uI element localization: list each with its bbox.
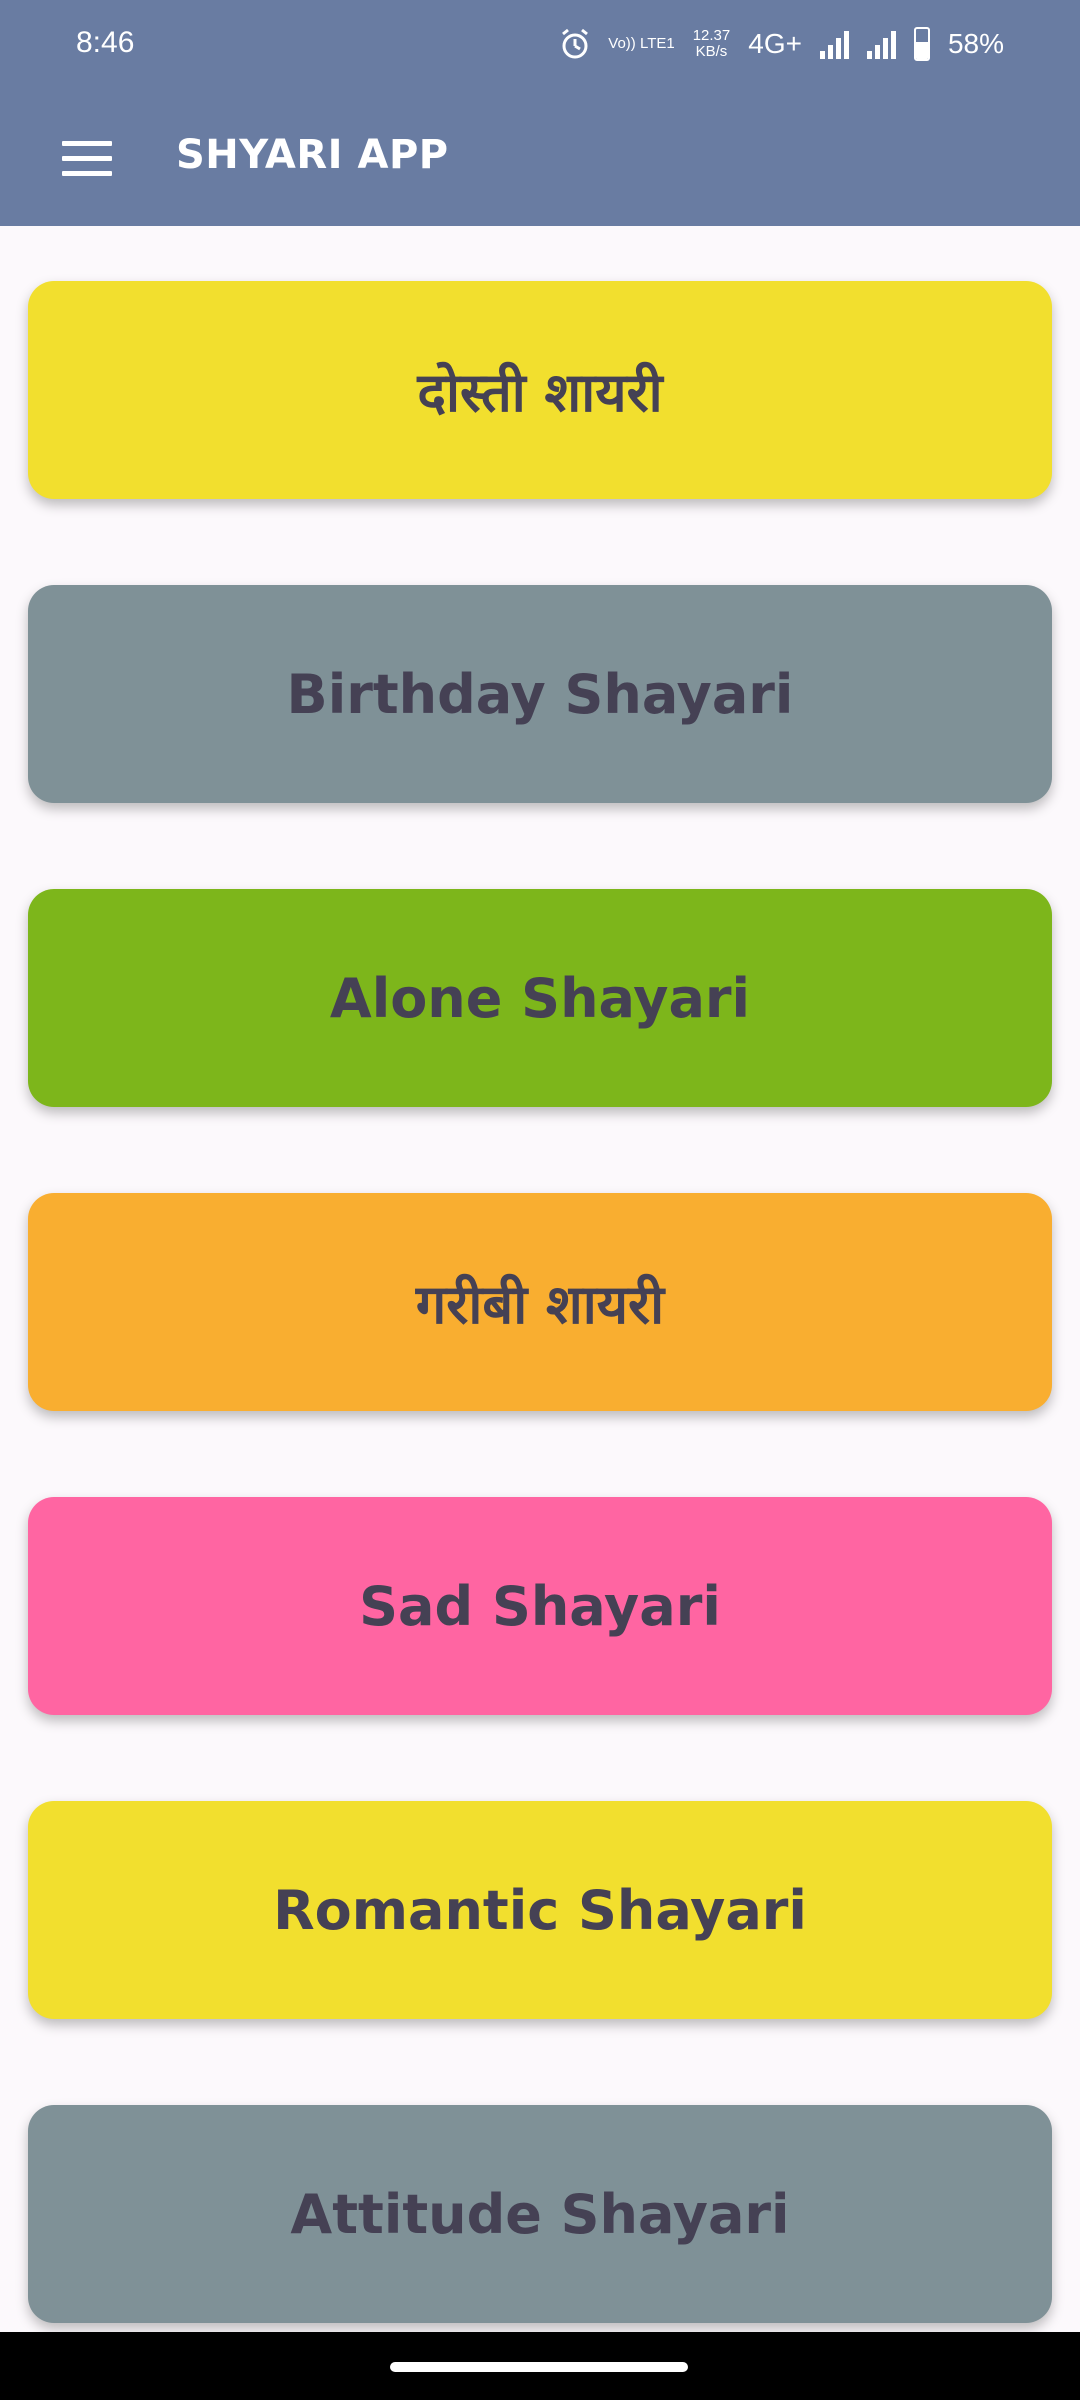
network-type: 4G+ <box>748 28 802 59</box>
category-card[interactable]: दोस्ती शायरी <box>28 281 1052 499</box>
category-label: Attitude Shayari <box>290 2182 790 2246</box>
app-bar: SHYARI APP <box>0 90 1080 226</box>
category-card[interactable]: Sad Shayari <box>28 1497 1052 1715</box>
navigation-bar <box>0 2332 1080 2400</box>
category-label: Birthday Shayari <box>286 662 794 726</box>
category-card[interactable]: गरीबी शायरी <box>28 1193 1052 1411</box>
net-speed-unit: KB/s <box>695 43 728 60</box>
menu-icon[interactable] <box>48 126 128 190</box>
category-card[interactable]: Alone Shayari <box>28 889 1052 1107</box>
net-speed-value: 12.37 <box>692 27 731 44</box>
category-card[interactable]: Romantic Shayari <box>28 1801 1052 2019</box>
category-label: Romantic Shayari <box>273 1878 807 1942</box>
battery-icon <box>913 27 930 61</box>
category-label: Sad Shayari <box>359 1574 721 1638</box>
category-label: दोस्ती शायरी <box>417 361 663 424</box>
app-title: SHYARI APP <box>176 132 449 178</box>
status-icons: Vo)) LTE1 12.37 KB/s 4G+ 58% <box>560 22 1004 66</box>
status-bar: 8:46 Vo)) LTE1 12.37 KB/s 4G+ 58% <box>0 0 1080 90</box>
battery-percent: 58% <box>947 28 1004 59</box>
home-gesture-bar[interactable] <box>390 2362 688 2372</box>
category-list[interactable]: दोस्ती शायरी Birthday Shayari Alone Shay… <box>0 226 1080 2332</box>
category-card[interactable]: Birthday Shayari <box>28 585 1052 803</box>
category-label: गरीबी शायरी <box>415 1273 665 1336</box>
signal-icon <box>866 29 896 59</box>
net-speed: 12.37 KB/s <box>693 28 731 60</box>
category-label: Alone Shayari <box>329 966 751 1030</box>
category-card[interactable]: Attitude Shayari <box>28 2105 1052 2323</box>
alarm-icon <box>562 28 589 59</box>
status-time: 8:46 <box>76 26 135 59</box>
signal-icon <box>819 29 849 59</box>
volte-indicator: Vo)) LTE1 <box>608 35 675 52</box>
